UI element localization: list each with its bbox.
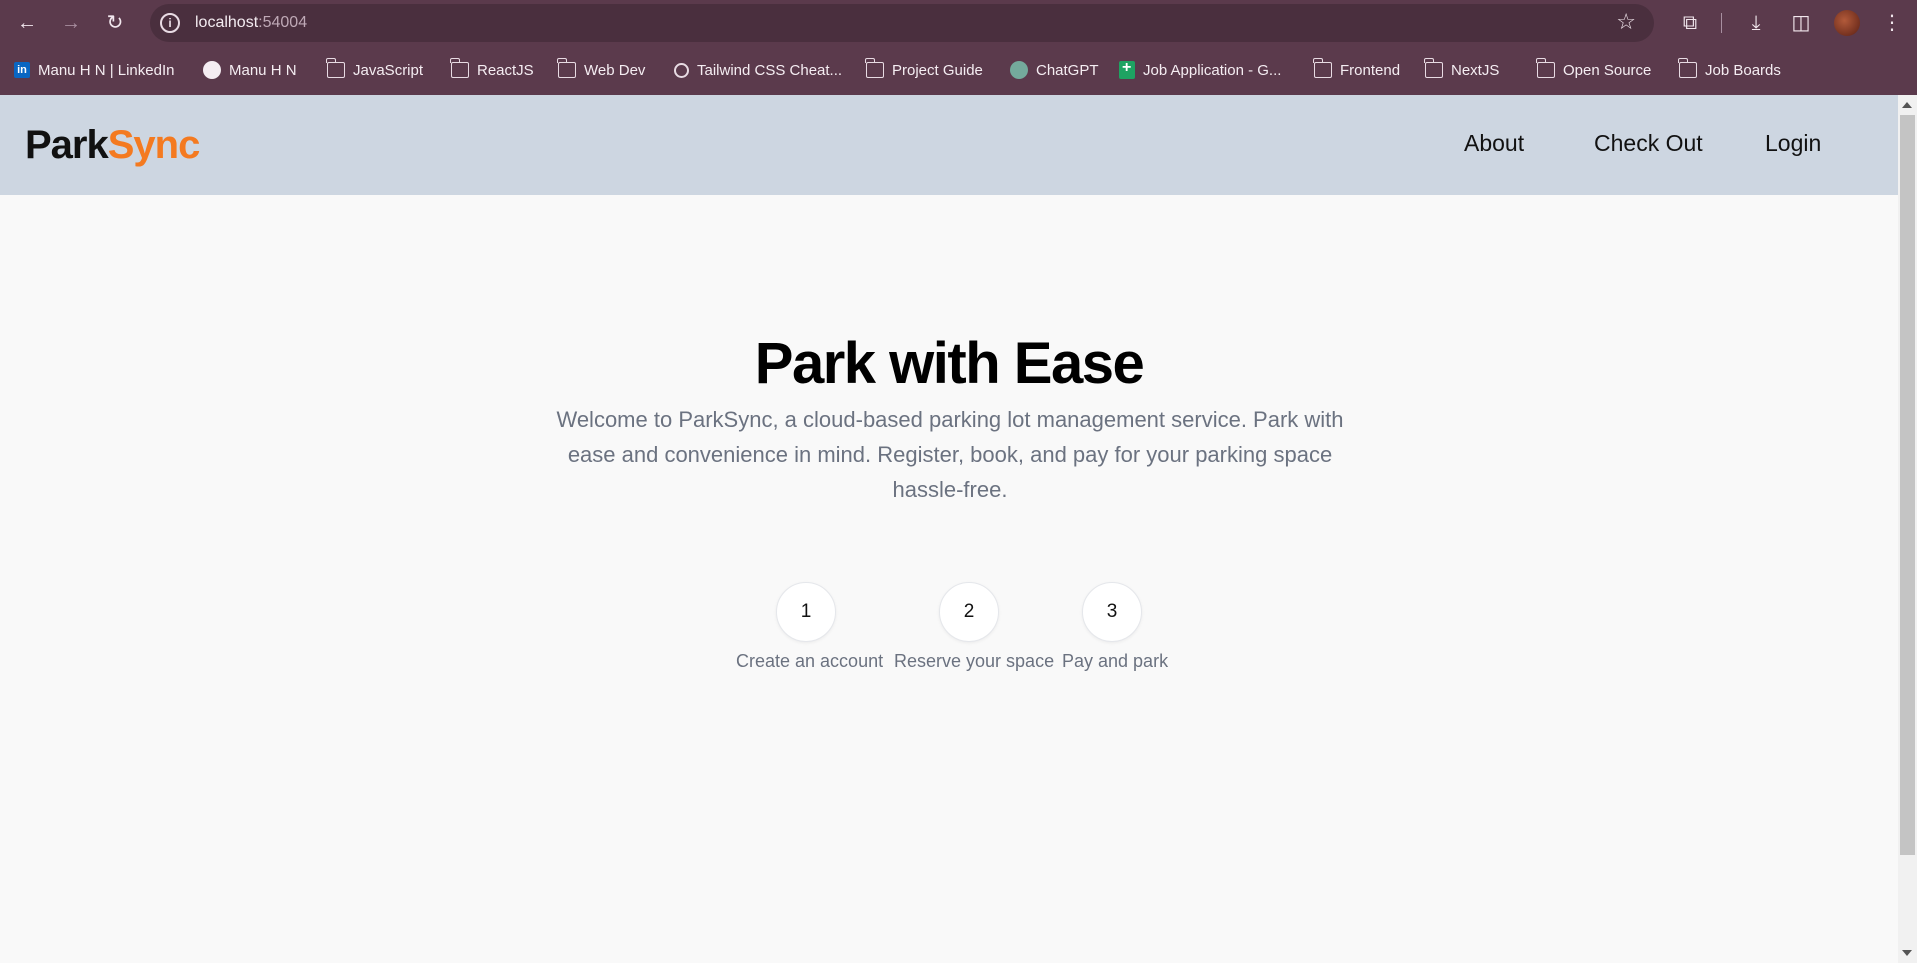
- hero-title: Park with Ease: [754, 331, 1145, 396]
- page-viewport: ParkSync About Check Out Login Park with…: [0, 95, 1898, 963]
- download-icon[interactable]: ⤓: [1741, 8, 1771, 38]
- nav-check-out[interactable]: Check Out: [1594, 130, 1703, 157]
- hero-subtitle: Welcome to ParkSync, a cloud-based parki…: [556, 407, 1344, 502]
- folder-icon: [865, 58, 884, 78]
- address-bar[interactable]: i localhost:54004 ☆: [150, 4, 1654, 42]
- scroll-down-arrow-icon[interactable]: [1902, 950, 1912, 956]
- linkedin-icon: in: [14, 62, 30, 78]
- step-label: Pay and park: [1062, 651, 1169, 671]
- bookmark-project-guide[interactable]: Project Guide: [865, 58, 983, 82]
- step-number: 1: [776, 582, 836, 642]
- folder-icon: [450, 58, 469, 78]
- bookmark-frontend[interactable]: Frontend: [1313, 58, 1400, 82]
- back-arrow-icon[interactable]: ←: [12, 8, 42, 38]
- step-label: Create an account: [736, 651, 884, 671]
- step-pay-and-park: 3 Pay and park: [1062, 582, 1169, 672]
- step-create-account: 1 Create an account: [736, 582, 884, 672]
- site-logo[interactable]: ParkSync: [25, 123, 200, 168]
- browser-toolbar: ← → ↻ i localhost:54004 ☆ ⧉ ⤓ ◫ ⋮: [0, 0, 1917, 46]
- bookmark-star-icon[interactable]: ☆: [1616, 9, 1636, 35]
- bookmark-linkedin[interactable]: in Manu H N | LinkedIn: [14, 58, 174, 82]
- site-info-icon[interactable]: i: [160, 13, 180, 33]
- extensions-icon[interactable]: ⧉: [1675, 8, 1705, 38]
- folder-icon: [1313, 58, 1332, 78]
- bookmark-github[interactable]: Manu H N: [203, 58, 297, 82]
- bookmarks-bar: in Manu H N | LinkedIn Manu H N JavaScrip…: [0, 46, 1917, 95]
- url-text[interactable]: localhost:54004: [195, 14, 307, 32]
- bookmark-job-application[interactable]: Job Application - G...: [1119, 58, 1281, 82]
- github-icon: [203, 61, 221, 79]
- step-number: 2: [939, 582, 999, 642]
- chatgpt-icon: [1010, 61, 1028, 79]
- search-icon: [674, 62, 689, 78]
- page-scrollbar[interactable]: [1898, 95, 1917, 963]
- nav-about[interactable]: About: [1464, 130, 1524, 157]
- folder-icon: [557, 58, 576, 78]
- bookmark-chatgpt[interactable]: ChatGPT: [1010, 58, 1099, 82]
- bookmark-web-dev[interactable]: Web Dev: [557, 58, 645, 82]
- folder-icon: [1536, 58, 1555, 78]
- sheets-icon: [1119, 59, 1135, 79]
- bookmark-open-source[interactable]: Open Source: [1536, 58, 1651, 82]
- site-header: ParkSync About Check Out Login: [0, 95, 1898, 195]
- folder-icon: [1424, 58, 1443, 78]
- bookmark-nextjs[interactable]: NextJS: [1424, 58, 1499, 82]
- step-reserve-space: 2 Reserve your space: [894, 582, 1055, 672]
- toolbar-divider: [1721, 13, 1722, 33]
- folder-icon: [1678, 58, 1697, 78]
- reload-icon[interactable]: ↻: [100, 8, 130, 38]
- step-number: 3: [1082, 582, 1142, 642]
- bookmark-tailwind[interactable]: Tailwind CSS Cheat...: [674, 58, 842, 82]
- side-panel-icon[interactable]: ◫: [1786, 8, 1816, 38]
- step-label: Reserve your space: [894, 651, 1055, 671]
- scroll-up-arrow-icon[interactable]: [1902, 102, 1912, 108]
- profile-avatar[interactable]: [1834, 10, 1860, 36]
- folder-icon: [326, 58, 345, 78]
- bookmark-job-boards[interactable]: Job Boards: [1678, 58, 1781, 82]
- nav-login[interactable]: Login: [1765, 130, 1821, 157]
- bookmark-javascript[interactable]: JavaScript: [326, 58, 423, 82]
- scrollbar-thumb[interactable]: [1900, 115, 1915, 855]
- forward-arrow-icon[interactable]: →: [56, 8, 86, 38]
- menu-kebab-icon[interactable]: ⋮: [1877, 8, 1907, 38]
- bookmark-reactjs[interactable]: ReactJS: [450, 58, 534, 82]
